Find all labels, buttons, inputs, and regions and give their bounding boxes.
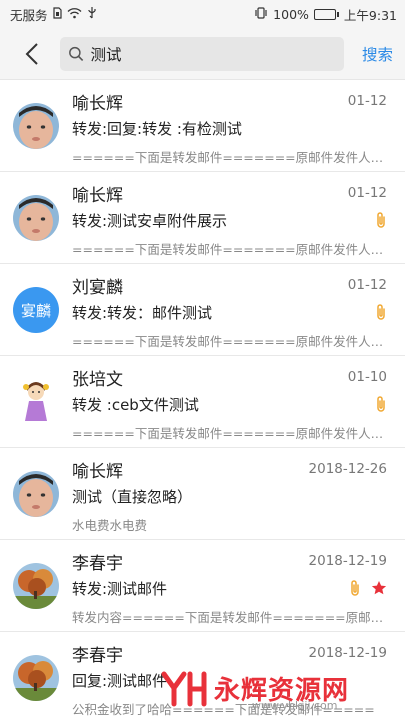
email-preview: ======下面是转发邮件=======原邮件发件人名字...: [72, 334, 387, 349]
email-subject: 测试（直接忽略）: [72, 487, 193, 506]
status-bar: 无服务 100% 上午9:31: [0, 0, 405, 28]
search-button[interactable]: 搜索: [362, 43, 393, 65]
watermark-url: www.yhkjjj.com: [252, 699, 338, 712]
email-date: 2018-12-26: [308, 461, 387, 477]
sender-name: 喻长辉: [72, 185, 123, 206]
email-date: 2018-12-19: [308, 553, 387, 569]
sender-name: 喻长辉: [72, 461, 123, 482]
sender-name: 李春宇: [72, 553, 123, 574]
avatar[interactable]: [13, 471, 59, 517]
email-subject: 回复:测试邮件: [72, 671, 168, 690]
watermark: 永辉资源网 www.yhkjjj.com: [160, 660, 400, 716]
sender-name: 李春宇: [72, 645, 123, 666]
email-subject: 转发:测试安卓附件展示: [72, 211, 228, 230]
email-date: 01-12: [347, 93, 387, 109]
email-subject: 转发:回复:转发 :有检测试: [72, 119, 242, 138]
email-content: 喻长辉 2018-12-26 测试（直接忽略） 水电费水电费: [72, 448, 405, 534]
email-row[interactable]: 喻长辉 01-12 转发:回复:转发 :有检测试 ======下面是转发邮件=====…: [0, 80, 405, 172]
search-header: 搜索: [0, 28, 405, 80]
email-content: 喻长辉 01-12 转发:回复:转发 :有检测试 ======下面是转发邮件=====…: [72, 80, 405, 166]
watermark-logo-icon: [161, 671, 207, 707]
search-box[interactable]: [60, 36, 344, 71]
email-subject: 转发 :ceb文件测试: [72, 395, 199, 414]
email-content: 刘宴麟 01-12 转发:转发：邮件测试 ======下面是转发邮件=======原邮…: [72, 264, 405, 350]
email-content: 李春宇 2018-12-19 转发:测试邮件转发内容======下面是转发邮件===…: [72, 540, 405, 626]
email-marks: [375, 211, 387, 229]
battery-icon: [313, 8, 339, 20]
email-date: 2018-12-19: [308, 645, 387, 661]
attachment-icon: [377, 212, 385, 228]
avatar-container: [0, 356, 72, 448]
avatar-initials: 宴麟: [20, 301, 51, 320]
email-preview: ======下面是转发邮件=======原邮件发件人名字...: [72, 242, 387, 257]
email-marks: [375, 303, 387, 321]
avatar-container: 宴麟: [0, 264, 72, 356]
back-arrow-icon: [25, 42, 38, 65]
avatar-container: [0, 80, 72, 172]
email-row[interactable]: 喻长辉 01-12 转发:测试安卓附件展示 ======下面是转发邮件=======原…: [0, 172, 405, 264]
email-preview: ======下面是转发邮件=======原邮件发件人名字...: [72, 150, 387, 165]
email-marks: [349, 579, 387, 597]
email-content: 张培文 01-10 转发 :ceb文件测试 ======下面是转发邮件=======原…: [72, 356, 405, 442]
attachment-icon: [377, 304, 385, 320]
email-preview: 转发内容======下面是转发邮件=======原邮件发...: [72, 610, 387, 625]
avatar-container: [0, 540, 72, 632]
email-date: 01-12: [347, 185, 387, 201]
email-list: 喻长辉 01-12 转发:回复:转发 :有检测试 ======下面是转发邮件=====…: [0, 80, 405, 720]
avatar-container: [0, 172, 72, 264]
back-button[interactable]: [18, 34, 46, 74]
avatar[interactable]: [13, 655, 59, 701]
email-row[interactable]: 喻长辉 2018-12-26 测试（直接忽略） 水电费水电费: [0, 448, 405, 540]
email-date: 01-10: [347, 369, 387, 385]
attachment-icon: [351, 580, 359, 596]
sender-name: 张培文: [72, 369, 123, 390]
star-icon[interactable]: [371, 580, 387, 596]
sim-icon: [52, 6, 62, 22]
avatar[interactable]: 宴麟: [13, 287, 59, 333]
vibrate-icon: [254, 6, 268, 22]
email-row[interactable]: 宴麟 刘宴麟 01-12 转发:转发：邮件测试 ======下面是转发邮件=======…: [0, 264, 405, 356]
email-content: 喻长辉 01-12 转发:测试安卓附件展示 ======下面是转发邮件=======原…: [72, 172, 405, 258]
attachment-icon: [377, 396, 385, 412]
avatar[interactable]: [13, 379, 59, 425]
search-icon: [69, 46, 84, 61]
email-subject: 转发:转发：邮件测试: [72, 303, 213, 322]
avatar[interactable]: [13, 103, 59, 149]
avatar[interactable]: [13, 563, 59, 609]
usb-icon: [87, 6, 97, 22]
email-preview: 水电费水电费: [72, 518, 148, 533]
clock: 上午9:31: [343, 7, 397, 23]
email-subject: 转发:测试邮件: [72, 579, 168, 598]
search-input[interactable]: [90, 44, 336, 63]
sender-name: 喻长辉: [72, 93, 123, 114]
sender-name: 刘宴麟: [72, 277, 123, 298]
email-marks: [375, 395, 387, 413]
wifi-icon: [67, 7, 82, 22]
avatar-container: [0, 632, 72, 720]
email-row[interactable]: 李春宇 2018-12-19 转发:测试邮件转发内容======下面是转发邮件===…: [0, 540, 405, 632]
carrier-text: 无服务: [10, 7, 48, 23]
email-date: 01-12: [347, 277, 387, 293]
battery-percent: 100%: [273, 6, 309, 22]
avatar[interactable]: [13, 195, 59, 241]
avatar-container: [0, 448, 72, 540]
email-preview: ======下面是转发邮件=======原邮件发件人名字...: [72, 426, 387, 441]
email-row[interactable]: 张培文 01-10 转发 :ceb文件测试 ======下面是转发邮件=======原…: [0, 356, 405, 448]
